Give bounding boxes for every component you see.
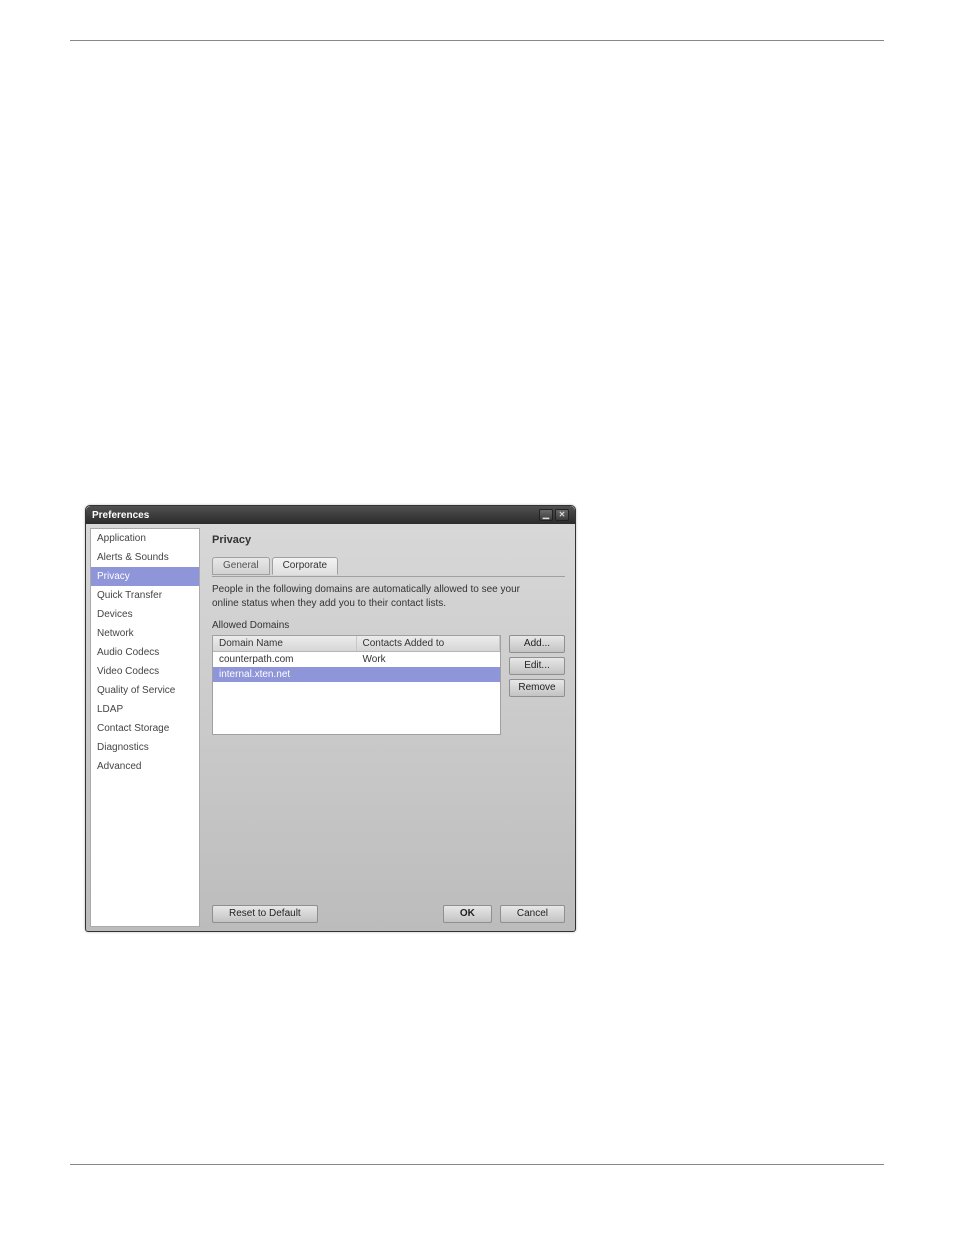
- cell-domain: counterpath.com: [213, 652, 357, 667]
- sidebar-item-contact-storage[interactable]: Contact Storage: [91, 719, 199, 738]
- edit-button[interactable]: Edit...: [509, 657, 565, 675]
- sidebar-item-video-codecs[interactable]: Video Codecs: [91, 662, 199, 681]
- sidebar-item-audio-codecs[interactable]: Audio Codecs: [91, 643, 199, 662]
- titlebar: Preferences ▁ ✕: [86, 506, 575, 524]
- ok-button[interactable]: OK: [443, 905, 492, 923]
- sidebar-item-network[interactable]: Network: [91, 624, 199, 643]
- table-row[interactable]: internal.xten.net: [213, 667, 500, 682]
- sidebar-item-diagnostics[interactable]: Diagnostics: [91, 738, 199, 757]
- sidebar-item-privacy[interactable]: Privacy: [91, 567, 199, 586]
- preferences-window: Preferences ▁ ✕ Application Alerts & Sou…: [85, 505, 576, 932]
- panel-title: Privacy: [212, 534, 565, 546]
- minimize-button[interactable]: ▁: [539, 509, 553, 521]
- table-row[interactable]: counterpath.com Work: [213, 652, 500, 667]
- allowed-domains-table[interactable]: Domain Name Contacts Added to counterpat…: [212, 635, 501, 735]
- tab-general[interactable]: General: [212, 557, 270, 575]
- tab-row: General Corporate: [212, 556, 565, 574]
- window-title: Preferences: [92, 510, 149, 521]
- cell-added: [357, 667, 501, 682]
- column-header-domain[interactable]: Domain Name: [213, 636, 357, 651]
- allowed-domains-label: Allowed Domains: [212, 620, 565, 631]
- close-button[interactable]: ✕: [555, 509, 569, 521]
- cancel-button[interactable]: Cancel: [500, 905, 565, 923]
- cell-domain: internal.xten.net: [213, 667, 357, 682]
- sidebar-item-alerts-sounds[interactable]: Alerts & Sounds: [91, 548, 199, 567]
- sidebar-item-devices[interactable]: Devices: [91, 605, 199, 624]
- content-panel: Privacy General Corporate People in the …: [200, 524, 575, 931]
- sidebar-item-quick-transfer[interactable]: Quick Transfer: [91, 586, 199, 605]
- description-text: People in the following domains are auto…: [212, 583, 542, 610]
- column-header-added[interactable]: Contacts Added to: [357, 636, 501, 651]
- sidebar-item-application[interactable]: Application: [91, 529, 199, 548]
- sidebar: Application Alerts & Sounds Privacy Quic…: [90, 528, 200, 927]
- cell-added: Work: [357, 652, 501, 667]
- sidebar-item-quality-of-service[interactable]: Quality of Service: [91, 681, 199, 700]
- tab-corporate[interactable]: Corporate: [272, 557, 338, 575]
- remove-button[interactable]: Remove: [509, 679, 565, 697]
- add-button[interactable]: Add...: [509, 635, 565, 653]
- sidebar-item-advanced[interactable]: Advanced: [91, 757, 199, 776]
- sidebar-item-ldap[interactable]: LDAP: [91, 700, 199, 719]
- reset-to-default-button[interactable]: Reset to Default: [212, 905, 318, 923]
